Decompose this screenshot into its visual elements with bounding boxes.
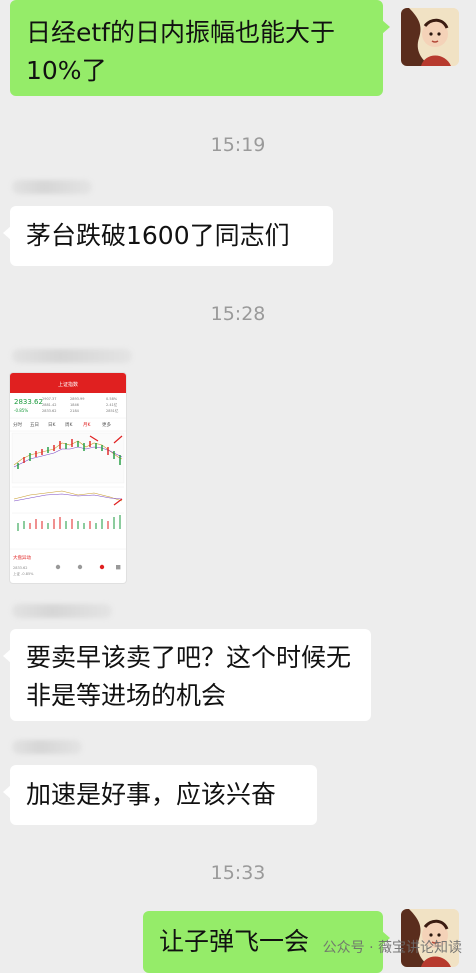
message-bubble-other[interactable]: 茅台跌破1600了同志们: [3, 206, 333, 266]
svg-text:2833.62: 2833.62: [42, 409, 56, 413]
svg-text:月K: 月K: [83, 422, 91, 428]
message-bubble-other[interactable]: 要卖早该卖了吧？这个时候无非是等进场的机会: [3, 629, 371, 721]
svg-text:2881.42: 2881.42: [42, 403, 56, 407]
screenshot-title: 上证指数: [58, 381, 78, 388]
screenshot-price: 2833.62: [14, 398, 43, 406]
svg-text:日K: 日K: [48, 422, 56, 428]
sender-name-blurred: [12, 180, 92, 194]
svg-text:上证 -0.85%: 上证 -0.85%: [13, 571, 34, 576]
svg-text:2833.62: 2833.62: [13, 566, 27, 570]
sender-name-blurred: [12, 349, 132, 363]
svg-text:2184: 2184: [70, 409, 80, 413]
svg-text:2893.99: 2893.99: [70, 397, 84, 401]
message-text: 日经etf的日内振幅也能大于10%了: [26, 18, 335, 85]
svg-text:2851亿: 2851亿: [106, 408, 119, 413]
stock-chart-screenshot[interactable]: 上证指数 2833.62 -0.85% 2907.37 2893.99 0.58% …: [10, 373, 126, 583]
svg-text:周K: 周K: [65, 422, 73, 428]
stock-chart-image: 上证指数 2833.62 -0.85% 2907.37 2893.99 0.58% …: [10, 373, 126, 576]
avatar-self[interactable]: [401, 8, 459, 66]
message-bubble-self[interactable]: 日经etf的日内振幅也能大于10%了: [10, 0, 390, 96]
message-text: 加速是好事，应该兴奋: [26, 780, 277, 809]
message-text: 要卖早该卖了吧？这个时候无非是等进场的机会: [26, 643, 352, 710]
sender-name-blurred: [12, 740, 82, 754]
avatar-image: [401, 8, 459, 66]
message-text: 茅台跌破1600了同志们: [26, 221, 290, 250]
svg-text:0.58%: 0.58%: [106, 397, 118, 401]
timestamp: 15:19: [210, 134, 266, 156]
message-text: 让子弹飞一会: [159, 927, 310, 956]
screenshot-bottom-tab: 大盘异动: [13, 554, 31, 561]
timestamp: 15:28: [210, 303, 266, 325]
watermark: 公众号 · 薇宝讲论知读: [322, 940, 462, 956]
svg-text:五日: 五日: [30, 422, 39, 428]
sender-name-blurred: [12, 604, 112, 618]
svg-text:2.41亿: 2.41亿: [106, 402, 118, 407]
svg-text:2907.37: 2907.37: [42, 397, 56, 401]
screenshot-change: -0.85%: [14, 408, 28, 413]
svg-text:1846: 1846: [70, 403, 79, 407]
svg-text:分时: 分时: [13, 421, 22, 428]
svg-text:更多: 更多: [102, 421, 111, 428]
message-bubble-other[interactable]: 加速是好事，应该兴奋: [3, 765, 317, 825]
timestamp: 15:33: [210, 862, 266, 884]
